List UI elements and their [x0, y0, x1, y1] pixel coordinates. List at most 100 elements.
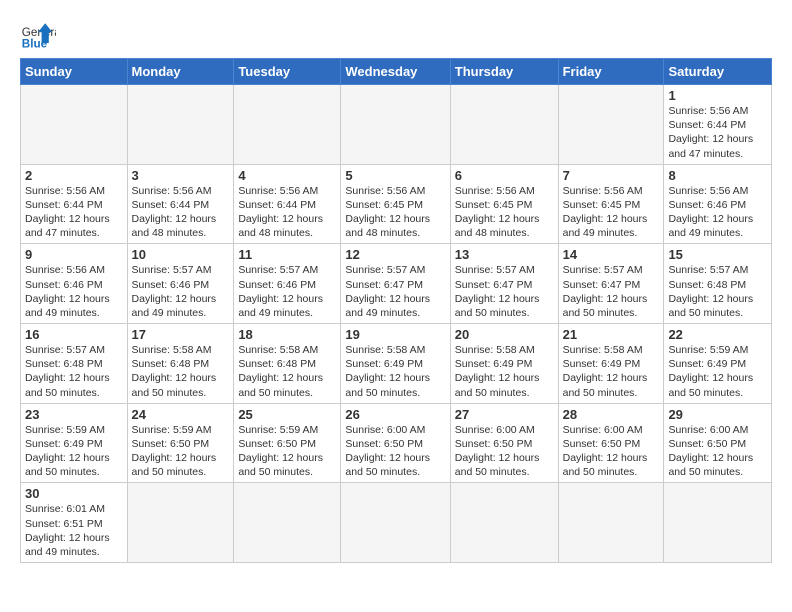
day-number: 17	[132, 327, 230, 342]
column-header-sunday: Sunday	[21, 59, 128, 85]
day-info: Sunrise: 5:56 AM Sunset: 6:44 PM Dayligh…	[668, 104, 767, 161]
page-header: General Blue	[20, 16, 772, 52]
day-info: Sunrise: 5:58 AM Sunset: 6:49 PM Dayligh…	[455, 343, 554, 400]
calendar-header-row: SundayMondayTuesdayWednesdayThursdayFrid…	[21, 59, 772, 85]
day-info: Sunrise: 6:01 AM Sunset: 6:51 PM Dayligh…	[25, 502, 123, 559]
calendar-cell: 26Sunrise: 6:00 AM Sunset: 6:50 PM Dayli…	[341, 403, 450, 483]
day-number: 5	[345, 168, 445, 183]
day-number: 23	[25, 407, 123, 422]
calendar-cell	[558, 85, 664, 165]
day-info: Sunrise: 5:59 AM Sunset: 6:50 PM Dayligh…	[132, 423, 230, 480]
calendar-cell	[127, 483, 234, 563]
day-number: 14	[563, 247, 660, 262]
day-number: 9	[25, 247, 123, 262]
calendar-cell: 9Sunrise: 5:56 AM Sunset: 6:46 PM Daylig…	[21, 244, 128, 324]
calendar-cell	[664, 483, 772, 563]
day-number: 27	[455, 407, 554, 422]
column-header-tuesday: Tuesday	[234, 59, 341, 85]
day-info: Sunrise: 5:58 AM Sunset: 6:48 PM Dayligh…	[132, 343, 230, 400]
day-info: Sunrise: 5:59 AM Sunset: 6:49 PM Dayligh…	[25, 423, 123, 480]
day-info: Sunrise: 5:57 AM Sunset: 6:46 PM Dayligh…	[132, 263, 230, 320]
calendar-cell: 11Sunrise: 5:57 AM Sunset: 6:46 PM Dayli…	[234, 244, 341, 324]
calendar-cell: 14Sunrise: 5:57 AM Sunset: 6:47 PM Dayli…	[558, 244, 664, 324]
calendar-week-row: 30Sunrise: 6:01 AM Sunset: 6:51 PM Dayli…	[21, 483, 772, 563]
day-number: 15	[668, 247, 767, 262]
calendar-cell	[450, 483, 558, 563]
calendar-week-row: 23Sunrise: 5:59 AM Sunset: 6:49 PM Dayli…	[21, 403, 772, 483]
day-number: 6	[455, 168, 554, 183]
day-info: Sunrise: 5:57 AM Sunset: 6:47 PM Dayligh…	[345, 263, 445, 320]
calendar-cell: 12Sunrise: 5:57 AM Sunset: 6:47 PM Dayli…	[341, 244, 450, 324]
calendar-cell: 22Sunrise: 5:59 AM Sunset: 6:49 PM Dayli…	[664, 324, 772, 404]
calendar-cell	[234, 483, 341, 563]
day-number: 28	[563, 407, 660, 422]
calendar-cell: 5Sunrise: 5:56 AM Sunset: 6:45 PM Daylig…	[341, 164, 450, 244]
day-info: Sunrise: 5:56 AM Sunset: 6:44 PM Dayligh…	[238, 184, 336, 241]
day-number: 24	[132, 407, 230, 422]
calendar-cell: 19Sunrise: 5:58 AM Sunset: 6:49 PM Dayli…	[341, 324, 450, 404]
calendar-cell: 23Sunrise: 5:59 AM Sunset: 6:49 PM Dayli…	[21, 403, 128, 483]
calendar-cell: 4Sunrise: 5:56 AM Sunset: 6:44 PM Daylig…	[234, 164, 341, 244]
day-info: Sunrise: 5:57 AM Sunset: 6:47 PM Dayligh…	[455, 263, 554, 320]
day-info: Sunrise: 6:00 AM Sunset: 6:50 PM Dayligh…	[668, 423, 767, 480]
day-number: 21	[563, 327, 660, 342]
day-number: 13	[455, 247, 554, 262]
calendar-cell: 25Sunrise: 5:59 AM Sunset: 6:50 PM Dayli…	[234, 403, 341, 483]
day-number: 26	[345, 407, 445, 422]
day-number: 7	[563, 168, 660, 183]
day-info: Sunrise: 5:57 AM Sunset: 6:47 PM Dayligh…	[563, 263, 660, 320]
day-number: 16	[25, 327, 123, 342]
day-number: 30	[25, 486, 123, 501]
calendar-cell: 27Sunrise: 6:00 AM Sunset: 6:50 PM Dayli…	[450, 403, 558, 483]
day-info: Sunrise: 5:57 AM Sunset: 6:46 PM Dayligh…	[238, 263, 336, 320]
calendar-cell: 2Sunrise: 5:56 AM Sunset: 6:44 PM Daylig…	[21, 164, 128, 244]
calendar-cell: 15Sunrise: 5:57 AM Sunset: 6:48 PM Dayli…	[664, 244, 772, 324]
day-info: Sunrise: 6:00 AM Sunset: 6:50 PM Dayligh…	[455, 423, 554, 480]
column-header-wednesday: Wednesday	[341, 59, 450, 85]
day-info: Sunrise: 5:56 AM Sunset: 6:46 PM Dayligh…	[25, 263, 123, 320]
calendar-cell: 16Sunrise: 5:57 AM Sunset: 6:48 PM Dayli…	[21, 324, 128, 404]
day-info: Sunrise: 5:56 AM Sunset: 6:45 PM Dayligh…	[455, 184, 554, 241]
column-header-friday: Friday	[558, 59, 664, 85]
calendar-cell	[341, 85, 450, 165]
day-info: Sunrise: 5:58 AM Sunset: 6:49 PM Dayligh…	[563, 343, 660, 400]
logo: General Blue	[20, 16, 56, 52]
calendar-cell: 8Sunrise: 5:56 AM Sunset: 6:46 PM Daylig…	[664, 164, 772, 244]
day-number: 10	[132, 247, 230, 262]
day-number: 29	[668, 407, 767, 422]
calendar-cell: 17Sunrise: 5:58 AM Sunset: 6:48 PM Dayli…	[127, 324, 234, 404]
day-info: Sunrise: 5:58 AM Sunset: 6:48 PM Dayligh…	[238, 343, 336, 400]
column-header-monday: Monday	[127, 59, 234, 85]
calendar-cell: 29Sunrise: 6:00 AM Sunset: 6:50 PM Dayli…	[664, 403, 772, 483]
day-number: 18	[238, 327, 336, 342]
day-number: 3	[132, 168, 230, 183]
day-number: 8	[668, 168, 767, 183]
calendar-cell: 10Sunrise: 5:57 AM Sunset: 6:46 PM Dayli…	[127, 244, 234, 324]
calendar-cell: 13Sunrise: 5:57 AM Sunset: 6:47 PM Dayli…	[450, 244, 558, 324]
calendar-cell: 7Sunrise: 5:56 AM Sunset: 6:45 PM Daylig…	[558, 164, 664, 244]
logo-icon: General Blue	[20, 16, 56, 52]
calendar-cell: 21Sunrise: 5:58 AM Sunset: 6:49 PM Dayli…	[558, 324, 664, 404]
day-number: 12	[345, 247, 445, 262]
day-info: Sunrise: 5:59 AM Sunset: 6:49 PM Dayligh…	[668, 343, 767, 400]
calendar-cell: 1Sunrise: 5:56 AM Sunset: 6:44 PM Daylig…	[664, 85, 772, 165]
day-info: Sunrise: 6:00 AM Sunset: 6:50 PM Dayligh…	[563, 423, 660, 480]
calendar-cell	[341, 483, 450, 563]
calendar-cell	[450, 85, 558, 165]
day-number: 11	[238, 247, 336, 262]
day-info: Sunrise: 5:57 AM Sunset: 6:48 PM Dayligh…	[25, 343, 123, 400]
calendar-cell: 3Sunrise: 5:56 AM Sunset: 6:44 PM Daylig…	[127, 164, 234, 244]
day-info: Sunrise: 5:58 AM Sunset: 6:49 PM Dayligh…	[345, 343, 445, 400]
calendar-cell: 30Sunrise: 6:01 AM Sunset: 6:51 PM Dayli…	[21, 483, 128, 563]
calendar-cell: 24Sunrise: 5:59 AM Sunset: 6:50 PM Dayli…	[127, 403, 234, 483]
day-number: 25	[238, 407, 336, 422]
calendar-week-row: 2Sunrise: 5:56 AM Sunset: 6:44 PM Daylig…	[21, 164, 772, 244]
calendar-table: SundayMondayTuesdayWednesdayThursdayFrid…	[20, 58, 772, 563]
calendar-cell: 20Sunrise: 5:58 AM Sunset: 6:49 PM Dayli…	[450, 324, 558, 404]
calendar-cell	[234, 85, 341, 165]
calendar-cell: 6Sunrise: 5:56 AM Sunset: 6:45 PM Daylig…	[450, 164, 558, 244]
calendar-cell: 18Sunrise: 5:58 AM Sunset: 6:48 PM Dayli…	[234, 324, 341, 404]
calendar-cell	[21, 85, 128, 165]
day-number: 19	[345, 327, 445, 342]
day-number: 20	[455, 327, 554, 342]
